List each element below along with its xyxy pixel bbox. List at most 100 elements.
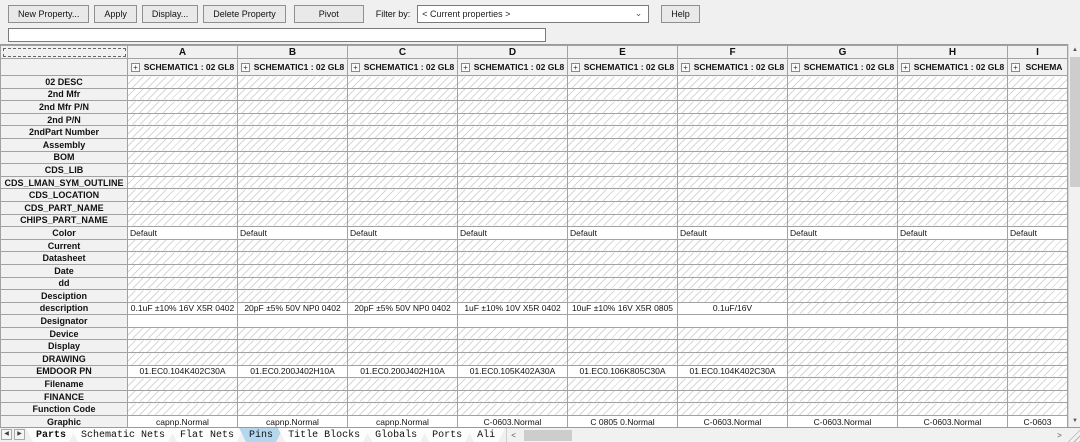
- column-group-header[interactable]: +SCHEMATIC1 : 02 GL8: [898, 59, 1008, 76]
- grid-cell[interactable]: [898, 239, 1008, 252]
- grid-cell[interactable]: [348, 113, 458, 126]
- grid-cell[interactable]: [1008, 327, 1068, 340]
- grid-cell[interactable]: [788, 151, 898, 164]
- grid-cell[interactable]: [128, 239, 238, 252]
- grid-cell[interactable]: [898, 88, 1008, 101]
- grid-cell[interactable]: [898, 277, 1008, 290]
- grid-cell[interactable]: [568, 164, 678, 177]
- column-group-header[interactable]: +SCHEMATIC1 : 02 GL8: [678, 59, 788, 76]
- row-header[interactable]: EMDOOR PN: [1, 365, 128, 378]
- grid-cell[interactable]: [898, 252, 1008, 265]
- grid-cell[interactable]: [1008, 151, 1068, 164]
- column-letter[interactable]: F: [678, 46, 788, 59]
- grid-cell[interactable]: [128, 252, 238, 265]
- grid-cell[interactable]: [238, 138, 348, 151]
- grid-cell[interactable]: [678, 239, 788, 252]
- row-header[interactable]: CHIPS_PART_NAME: [1, 214, 128, 227]
- grid-cell[interactable]: [458, 138, 568, 151]
- grid-cell[interactable]: [128, 277, 238, 290]
- scroll-down-icon[interactable]: ▼: [1069, 415, 1080, 427]
- grid-cell[interactable]: [678, 353, 788, 366]
- grid-cell[interactable]: [128, 76, 238, 89]
- grid-cell[interactable]: [348, 214, 458, 227]
- grid-cell[interactable]: [238, 252, 348, 265]
- grid-cell[interactable]: [568, 151, 678, 164]
- tab-nav-right-icon[interactable]: ▶: [14, 429, 25, 440]
- grid-cell[interactable]: capnp.Normal: [348, 416, 458, 427]
- row-header[interactable]: CDS_LOCATION: [1, 189, 128, 202]
- column-letter[interactable]: B: [238, 46, 348, 59]
- grid-cell[interactable]: [898, 201, 1008, 214]
- grid-cell[interactable]: [348, 176, 458, 189]
- grid-cell[interactable]: [678, 101, 788, 114]
- grid-cell[interactable]: [348, 101, 458, 114]
- grid-cell[interactable]: [898, 189, 1008, 202]
- grid-cell[interactable]: [788, 189, 898, 202]
- grid-cell[interactable]: [568, 239, 678, 252]
- grid-cell[interactable]: [898, 365, 1008, 378]
- grid-cell[interactable]: [238, 126, 348, 139]
- grid-cell[interactable]: [348, 264, 458, 277]
- grid-cell[interactable]: [1008, 390, 1068, 403]
- grid-cell[interactable]: 01.EC0.104K402C30A: [128, 365, 238, 378]
- grid-cell[interactable]: [788, 164, 898, 177]
- horizontal-scrollbar[interactable]: < >: [506, 428, 1080, 442]
- grid-cell[interactable]: [898, 290, 1008, 303]
- row-header[interactable]: CDS_LIB: [1, 164, 128, 177]
- help-button[interactable]: Help: [661, 5, 700, 23]
- tab-ali[interactable]: Ali: [467, 428, 505, 442]
- grid-cell[interactable]: [458, 353, 568, 366]
- grid-cell[interactable]: [678, 214, 788, 227]
- grid-cell[interactable]: [128, 403, 238, 416]
- row-header[interactable]: FINANCE: [1, 390, 128, 403]
- column-group-header[interactable]: +SCHEMATIC1 : 02 GL8: [568, 59, 678, 76]
- toolbar-button-new-property[interactable]: New Property...: [8, 5, 89, 23]
- tab-pins[interactable]: Pins: [239, 428, 283, 442]
- grid-cell[interactable]: [1008, 315, 1068, 328]
- grid-cell[interactable]: 1uF ±10% 10V X5R 0402: [458, 302, 568, 315]
- grid-cell[interactable]: 01.EC0.104K402C30A: [678, 365, 788, 378]
- grid-cell[interactable]: [678, 151, 788, 164]
- grid-cell[interactable]: [788, 378, 898, 391]
- row-header[interactable]: Display: [1, 340, 128, 353]
- expand-column-icon[interactable]: +: [1011, 63, 1020, 72]
- grid-cell[interactable]: [1008, 403, 1068, 416]
- grid-cell[interactable]: [568, 76, 678, 89]
- grid-cell[interactable]: [678, 88, 788, 101]
- grid-cell[interactable]: [238, 290, 348, 303]
- toolbar-button-display[interactable]: Display...: [142, 5, 198, 23]
- grid-cell[interactable]: [568, 214, 678, 227]
- grid-cell[interactable]: [898, 390, 1008, 403]
- grid-cell[interactable]: [1008, 353, 1068, 366]
- grid-cell[interactable]: [788, 277, 898, 290]
- grid-cell[interactable]: [348, 76, 458, 89]
- grid-cell[interactable]: [348, 88, 458, 101]
- grid-cell[interactable]: [678, 264, 788, 277]
- grid-cell[interactable]: [458, 315, 568, 328]
- grid-cell[interactable]: 0.1uF ±10% 16V X5R 0402: [128, 302, 238, 315]
- row-header[interactable]: 2nd P/N: [1, 113, 128, 126]
- grid-cell[interactable]: [1008, 214, 1068, 227]
- grid-cell[interactable]: [348, 151, 458, 164]
- grid-cell[interactable]: [458, 214, 568, 227]
- grid-cell[interactable]: [1008, 113, 1068, 126]
- grid-cell[interactable]: [128, 164, 238, 177]
- grid-cell[interactable]: [898, 126, 1008, 139]
- grid-cell[interactable]: [788, 201, 898, 214]
- grid-cell[interactable]: 10uF ±10% 16V X5R 0805: [568, 302, 678, 315]
- scroll-up-icon[interactable]: ▲: [1069, 44, 1080, 56]
- grid-cell[interactable]: [1008, 264, 1068, 277]
- grid-cell[interactable]: [1008, 340, 1068, 353]
- grid-cell[interactable]: [788, 252, 898, 265]
- grid-cell[interactable]: [238, 264, 348, 277]
- row-header[interactable]: description: [1, 302, 128, 315]
- chevron-down-icon[interactable]: ⌄: [633, 8, 645, 19]
- grid-cell[interactable]: [898, 151, 1008, 164]
- grid-cell[interactable]: [788, 353, 898, 366]
- tab-schematic-nets[interactable]: Schematic Nets: [71, 428, 175, 442]
- grid-cell[interactable]: [788, 290, 898, 303]
- grid-cell[interactable]: [788, 113, 898, 126]
- grid-cell[interactable]: [458, 277, 568, 290]
- row-header[interactable]: Graphic: [1, 416, 128, 427]
- grid-cell[interactable]: [788, 101, 898, 114]
